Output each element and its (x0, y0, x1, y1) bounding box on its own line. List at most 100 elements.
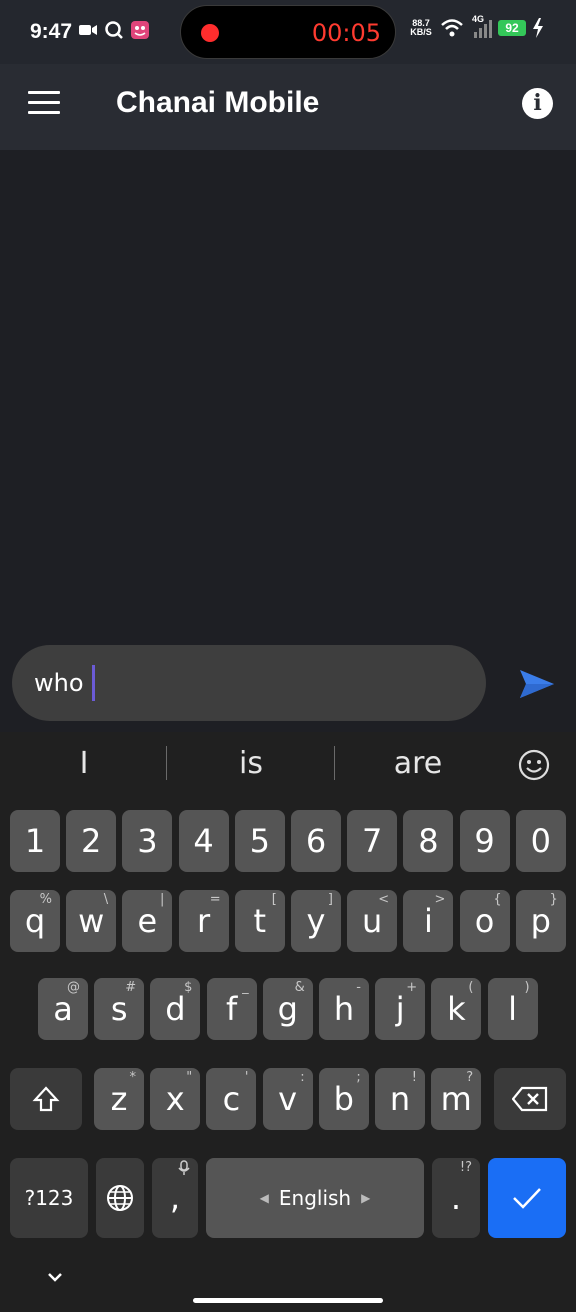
key-q[interactable]: q% (10, 890, 60, 952)
key-o-label: o (474, 902, 495, 940)
key-z[interactable]: z * (94, 1068, 144, 1130)
info-icon[interactable]: i (522, 88, 553, 119)
message-input[interactable]: who (12, 645, 486, 721)
key-t-label: t (253, 902, 267, 940)
key-n-hint: ! (411, 1070, 417, 1085)
comma-key-label: , (169, 1179, 181, 1217)
key-a[interactable]: a @ (38, 978, 88, 1040)
screen-recording-pill[interactable]: 00:05 (180, 5, 396, 59)
key-g-hint: & (294, 980, 305, 995)
key-4[interactable]: 4 (178, 810, 229, 872)
key-3[interactable]: 3 (122, 810, 173, 872)
key-e[interactable]: e | (122, 890, 173, 952)
key-l[interactable]: l) (487, 978, 538, 1040)
hamburger-menu-icon[interactable] (26, 91, 62, 121)
key-h[interactable]: h- (319, 978, 369, 1040)
gesture-home-bar[interactable] (193, 1298, 383, 1303)
shift-key[interactable] (10, 1068, 82, 1130)
key-u[interactable]: u < (347, 890, 398, 952)
period-key[interactable]: .!? (432, 1158, 480, 1238)
language-key[interactable] (96, 1158, 144, 1238)
suggestion-3[interactable]: are (338, 746, 498, 781)
key-p-hint: } (549, 892, 558, 907)
text-caret (91, 665, 95, 701)
key-i-hint: > (434, 892, 446, 907)
network-speed: 88.7 KB/S (408, 19, 434, 37)
key-t[interactable]: t[ (234, 890, 285, 952)
key-f[interactable]: f _ (206, 978, 257, 1040)
key-9[interactable]: 9 (459, 810, 510, 872)
space-left-arrow-icon: ◀ (259, 1191, 269, 1205)
key-6[interactable]: 6 (291, 810, 341, 872)
send-icon[interactable] (518, 668, 556, 700)
key-b[interactable]: b; (318, 1068, 369, 1130)
key-7-label: 7 (362, 822, 383, 860)
comma-key[interactable]: , (152, 1158, 198, 1238)
key-p[interactable]: p} (515, 890, 566, 952)
key-e-hint: | (160, 892, 165, 907)
key-m[interactable]: m? (431, 1068, 482, 1130)
key-5-label: 5 (249, 822, 270, 860)
key-k-label: k (447, 990, 466, 1028)
key-r-label: r (197, 902, 211, 940)
key-y-hint: ] (327, 892, 333, 907)
key-2[interactable]: 2 (66, 810, 117, 872)
app-title: Chanai Mobile (116, 86, 320, 119)
key-3-label: 3 (137, 822, 158, 860)
key-s-hint: # (125, 980, 137, 995)
suggestion-2[interactable]: is (171, 746, 331, 781)
key-d-hint: $ (184, 980, 193, 995)
enter-key[interactable] (488, 1158, 566, 1238)
suggestion-divider (334, 746, 335, 780)
key-8-label: 8 (418, 822, 439, 860)
key-x-hint: " (186, 1070, 193, 1085)
backspace-icon (512, 1086, 548, 1112)
key-s[interactable]: s # (94, 978, 145, 1040)
status-time: 9:47 (30, 20, 73, 43)
key-j[interactable]: j + (375, 978, 426, 1040)
key-8[interactable]: 8 (403, 810, 454, 872)
key-0[interactable]: 0 (515, 810, 566, 872)
message-input-text: who (34, 669, 84, 697)
wifi-icon (441, 19, 463, 37)
key-g[interactable]: g & (262, 978, 313, 1040)
key-c[interactable]: c ' (206, 1068, 257, 1130)
key-l-hint: ) (524, 980, 530, 995)
key-o[interactable]: o{ (459, 890, 510, 952)
key-d[interactable]: d $ (150, 978, 201, 1040)
period-key-hint: !? (459, 1160, 472, 1175)
key-p-label: p (530, 902, 551, 940)
key-w-hint: \ (103, 892, 109, 907)
key-5[interactable]: 5 (234, 810, 285, 872)
soft-keyboard: I is are 1 2 3 4 5 6 7 8 9 0 q% w \ e | r = t[y] u < i > o{p} a… (0, 732, 576, 1312)
status-right-icons: 88.7 KB/S 4G 92 (408, 14, 544, 38)
key-c-label: c (222, 1080, 241, 1118)
suggestion-strip: I is are (0, 732, 576, 798)
status-left-icons (78, 20, 150, 40)
suggestion-1[interactable]: I (4, 746, 164, 781)
key-a-label: a (53, 990, 73, 1028)
key-m-label: m (440, 1080, 472, 1118)
backspace-key[interactable] (494, 1068, 566, 1130)
key-7[interactable]: 7 (347, 810, 398, 872)
space-key[interactable]: ◀ English ▶ (206, 1158, 424, 1238)
shift-arrow-icon (32, 1086, 60, 1112)
key-w[interactable]: w \ (66, 890, 117, 952)
key-r[interactable]: r = (178, 890, 229, 952)
key-j-hint: + (406, 980, 418, 995)
key-k[interactable]: k( (431, 978, 482, 1040)
key-b-hint: ; (356, 1070, 361, 1085)
symbols-key[interactable]: ?123 (10, 1158, 88, 1238)
video-camera-icon (79, 25, 97, 35)
key-y[interactable]: y] (291, 890, 341, 952)
key-j-label: j (395, 990, 405, 1028)
key-n[interactable]: n! (375, 1068, 425, 1130)
key-x[interactable]: x " (150, 1068, 201, 1130)
key-1[interactable]: 1 (10, 810, 60, 872)
key-v[interactable]: v: (262, 1068, 313, 1130)
keyboard-collapse-chevron-icon[interactable] (44, 1270, 66, 1286)
key-r-hint: = (209, 892, 221, 907)
emoji-icon[interactable] (518, 749, 550, 781)
key-a-hint: @ (67, 980, 80, 995)
key-i[interactable]: i > (403, 890, 454, 952)
